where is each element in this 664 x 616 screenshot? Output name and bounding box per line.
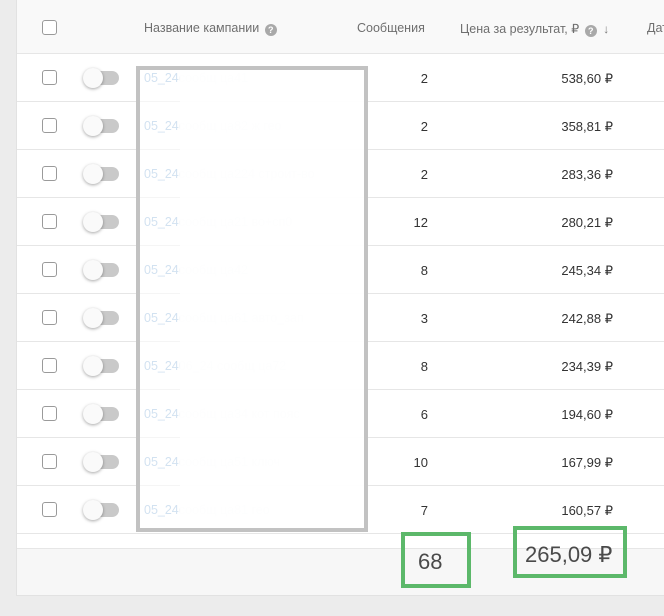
column-header-date[interactable]: Дат xyxy=(647,21,664,35)
toggle-knob xyxy=(83,404,103,424)
toggle-knob xyxy=(83,68,103,88)
price-per-result: 245,34 ₽ xyxy=(561,263,613,278)
messages-count: 2 xyxy=(420,71,428,86)
campaign-status-toggle[interactable] xyxy=(83,68,119,88)
toggle-knob xyxy=(83,212,103,232)
messages-count: 12 xyxy=(413,215,428,230)
price-per-result: 538,60 ₽ xyxy=(561,71,613,86)
help-icon[interactable]: ? xyxy=(584,25,597,37)
total-messages: 68 xyxy=(418,549,443,574)
column-header-campaign-name[interactable]: Название кампании ? xyxy=(144,21,277,36)
price-per-result: 194,60 ₽ xyxy=(561,407,613,422)
sort-descending-icon[interactable]: ↓ xyxy=(603,22,609,36)
row-checkbox[interactable] xyxy=(42,502,57,517)
column-header-price-label: Цена за результат, ₽ xyxy=(460,22,580,36)
redaction-fill xyxy=(180,70,364,528)
price-per-result: 167,99 ₽ xyxy=(561,455,613,470)
messages-count: 6 xyxy=(420,407,428,422)
price-per-result: 234,39 ₽ xyxy=(561,359,613,374)
column-header-messages[interactable]: Сообщения xyxy=(357,21,425,35)
messages-count: 3 xyxy=(420,311,428,326)
column-header-campaign-name-label: Название кампании xyxy=(144,21,260,35)
price-per-result: 358,81 ₽ xyxy=(561,119,613,134)
row-checkbox[interactable] xyxy=(42,358,57,373)
row-checkbox[interactable] xyxy=(42,214,57,229)
toggle-knob xyxy=(83,164,103,184)
campaign-status-toggle[interactable] xyxy=(83,452,119,472)
toggle-knob xyxy=(83,356,103,376)
campaign-status-toggle[interactable] xyxy=(83,308,119,328)
campaign-status-toggle[interactable] xyxy=(83,404,119,424)
messages-count: 2 xyxy=(420,167,428,182)
row-checkbox[interactable] xyxy=(42,166,57,181)
row-checkbox[interactable] xyxy=(42,310,57,325)
messages-count: 7 xyxy=(420,503,428,518)
toggle-knob xyxy=(83,500,103,520)
campaign-status-toggle[interactable] xyxy=(83,260,119,280)
column-header-price-per-result[interactable]: Цена за результат, ₽ ? ↓ xyxy=(460,21,609,37)
messages-count: 2 xyxy=(420,119,428,134)
help-icon[interactable]: ? xyxy=(264,24,277,36)
row-checkbox[interactable] xyxy=(42,454,57,469)
toggle-knob xyxy=(83,452,103,472)
messages-count: 8 xyxy=(420,359,428,374)
select-all-checkbox[interactable] xyxy=(42,20,57,35)
row-checkbox[interactable] xyxy=(42,262,57,277)
messages-count: 10 xyxy=(413,455,428,470)
messages-count: 8 xyxy=(420,263,428,278)
toggle-knob xyxy=(83,116,103,136)
campaign-status-toggle[interactable] xyxy=(83,116,119,136)
total-price: 265,09 ₽ xyxy=(525,542,613,567)
row-checkbox[interactable] xyxy=(42,118,57,133)
campaign-status-toggle[interactable] xyxy=(83,500,119,520)
campaign-status-toggle[interactable] xyxy=(83,356,119,376)
price-per-result: 283,36 ₽ xyxy=(561,167,613,182)
campaign-status-toggle[interactable] xyxy=(83,164,119,184)
campaign-status-toggle[interactable] xyxy=(83,212,119,232)
row-checkbox[interactable] xyxy=(42,70,57,85)
price-per-result: 242,88 ₽ xyxy=(561,311,613,326)
toggle-knob xyxy=(83,308,103,328)
toggle-knob xyxy=(83,260,103,280)
table-header: Название кампании ? Сообщения Цена за ре… xyxy=(17,0,664,54)
price-per-result: 280,21 ₽ xyxy=(561,215,613,230)
row-checkbox[interactable] xyxy=(42,406,57,421)
price-per-result: 160,57 ₽ xyxy=(561,503,613,518)
